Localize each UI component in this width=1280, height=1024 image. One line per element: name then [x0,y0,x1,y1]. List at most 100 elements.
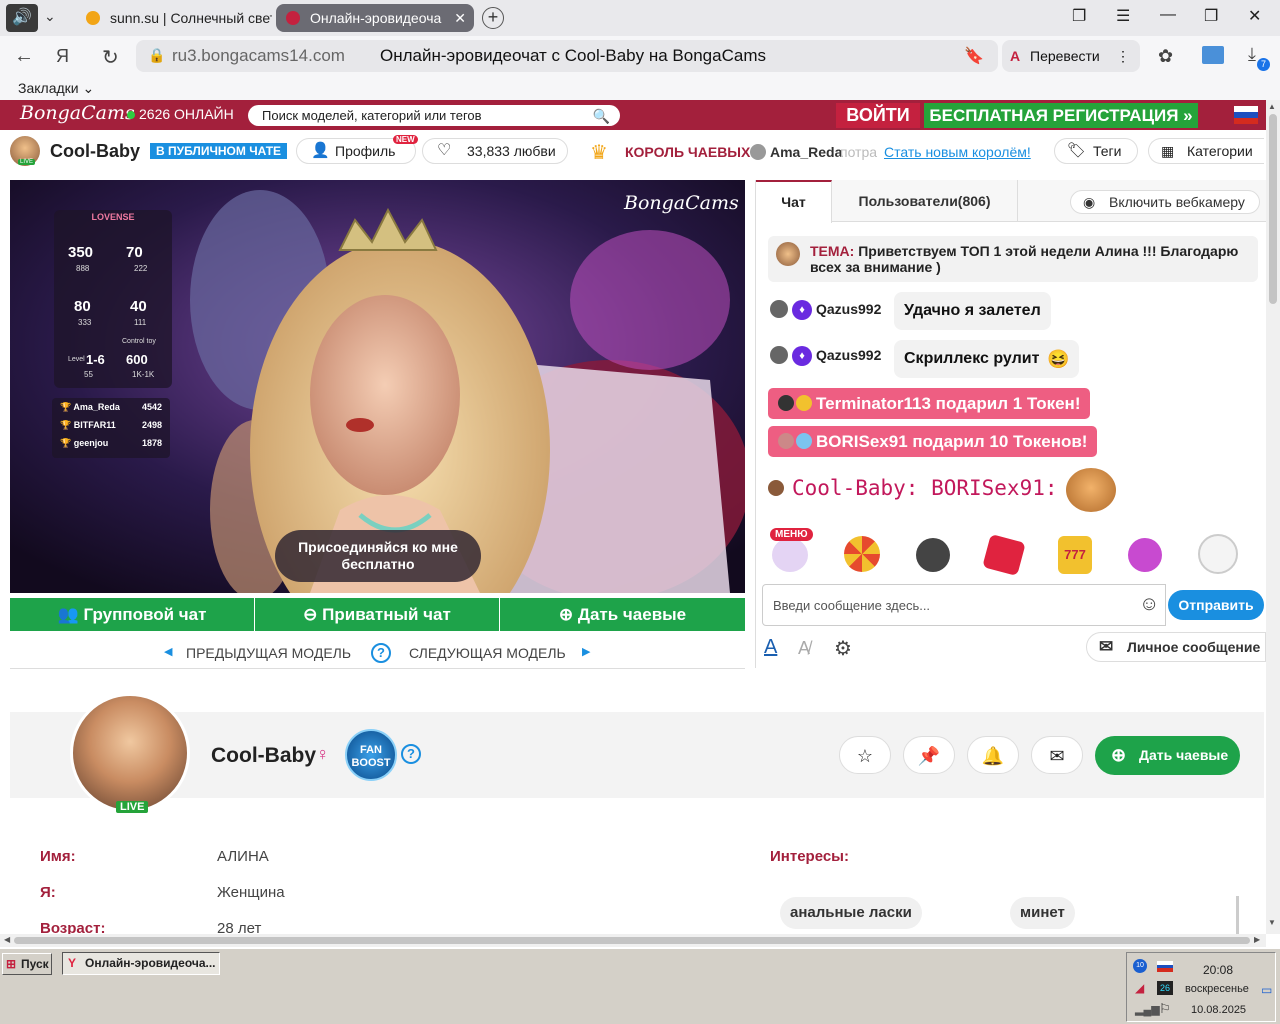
signal-tray-icon[interactable]: ▂▄▆ [1135,1003,1160,1016]
network-tray-icon[interactable]: ▭ [1261,983,1272,997]
menu-icon[interactable]: ☰ [1116,6,1130,26]
prev-arrow-icon[interactable]: ◀ [164,645,172,658]
bookmark-icon[interactable]: 🔖 [964,46,984,66]
scroll-right-icon[interactable]: ▶ [1254,935,1260,944]
model-avatar[interactable] [70,693,190,813]
fanboost-badge[interactable]: FAN BOOST [345,729,397,781]
clock-time[interactable]: 20:08 [1203,963,1233,977]
language-flag-icon[interactable] [1157,961,1173,972]
video-player[interactable]: BongaCams LOVENSE 350 888 70 222 80 333 … [10,180,745,593]
tab-list-chevron-icon[interactable]: ⌄ [44,8,56,25]
user-avatar[interactable] [770,300,788,318]
translate-chat-icon[interactable]: A̸ [798,638,810,659]
register-button[interactable]: БЕСПЛАТНАЯ РЕГИСТРАЦИЯ » [924,103,1198,128]
private-message-button[interactable]: ✉ Личное сообщение [1086,632,1266,662]
menu-badge[interactable]: МЕНЮ [770,528,813,541]
back-icon[interactable]: ← [14,45,34,68]
tab-users[interactable]: Пользователи(806) [832,180,1018,222]
tab-chat[interactable]: Чат [756,180,832,223]
yandex-icon[interactable]: Я [56,46,69,67]
close-tab-icon[interactable]: ✕ [454,4,466,32]
join-free-button[interactable]: Присоединяйся ко мне бесплатно [275,530,481,582]
arrow-tray-icon[interactable]: ◢ [1135,981,1144,995]
wheel-of-fortune-icon[interactable] [844,536,880,572]
horizontal-scrollbar[interactable]: ◀ ▶ [0,934,1266,947]
bookmarks-menu[interactable]: Закладки ⌄ [18,80,94,96]
font-style-icon[interactable]: A [764,636,777,659]
private-chat-button[interactable]: ⊖ Приватный чат [255,598,499,631]
envelope-icon: ✉ [1049,746,1065,766]
tray-badge[interactable]: 10 [1133,959,1147,973]
king-name[interactable]: Ama_Reda [770,144,842,160]
enable-webcam-button[interactable]: ◉ Включить вебкамеру [1070,190,1260,214]
login-button[interactable]: ВОЙТИ [836,103,920,128]
user-avatar[interactable] [770,346,788,364]
speaker-icon[interactable]: 🔊 [6,4,38,32]
settings-icon[interactable]: ⚙ [834,636,852,661]
slot-machine-icon[interactable]: 777 [1058,536,1092,574]
tip-button[interactable]: ⊕ Дать чаевые [500,598,745,631]
inner-scrollbar[interactable] [1236,896,1239,934]
send-button[interactable]: Отправить [1168,590,1264,620]
dice-icon[interactable] [982,533,1026,577]
close-window-icon[interactable]: ✕ [1248,6,1261,26]
become-king-link[interactable]: Стать новым королём! [884,144,1031,160]
emoji-icon[interactable]: ☺ [1139,593,1159,616]
chat-username[interactable]: Qazus992 [816,347,881,363]
tab-bongacams[interactable]: Онлайн-эровидеоча ✕ [276,4,474,32]
taskbar-browser-item[interactable]: Y Онлайн-эровидеоча... [62,952,220,975]
horizontal-scroll-thumb[interactable] [14,937,1250,944]
maximize-icon[interactable]: ❐ [1204,6,1218,26]
next-arrow-icon[interactable]: ▶ [582,645,590,658]
chat-input[interactable]: Введи сообщение здесь... ☺ [762,584,1166,626]
image-extension-icon[interactable] [1202,46,1224,64]
scroll-down-icon[interactable]: ▼ [1268,918,1276,927]
url-field[interactable]: 🔒 ru3.bongacams14.com Онлайн-эровидеочат… [136,40,998,72]
group-chat-button[interactable]: 👥 Групповой чат [10,598,254,631]
prev-model-link[interactable]: ПРЕДЫДУЩАЯ МОДЕЛЬ [186,645,351,661]
more-icon[interactable]: ⋮ [1116,40,1130,72]
tags-button[interactable]: 🏷 Теги [1054,138,1138,164]
interest-tag[interactable]: анальные ласки [780,897,922,929]
fanboost-help-icon[interactable]: ? [401,744,421,764]
message-button[interactable]: ✉ [1031,736,1083,774]
lovense-title: LOVENSE [91,212,135,222]
next-model-link[interactable]: СЛЕДУЮЩАЯ МОДЕЛЬ [409,645,566,661]
notify-button[interactable]: 🔔 [967,736,1019,774]
tab-sunn[interactable]: sunn.su | Солнечный свет [76,4,272,32]
taskbar: ⊞ Пуск Y Онлайн-эровидеоча... 10 20:08 ◢… [0,948,1280,1024]
lottery-icon[interactable] [1128,538,1162,572]
pin-button[interactable]: 📌 [903,736,955,774]
vertical-scrollbar[interactable]: ▲ ▼ [1266,100,1280,934]
chat-message: Скриллекс рулит 😆 [894,340,1080,378]
monitor-tray-icon[interactable]: 26 [1157,981,1173,995]
scroll-left-icon[interactable]: ◀ [4,935,10,944]
profile-tip-button[interactable]: ⊕ Дать чаевые [1095,736,1240,775]
start-button[interactable]: ⊞ Пуск [2,953,52,975]
spiral-icon[interactable] [1198,534,1238,574]
love-button[interactable]: ♡ 33,833 любви [422,138,568,164]
help-icon[interactable]: ? [371,643,391,663]
translate-button[interactable]: A Перевести ⋮ [1002,40,1140,72]
search-icon[interactable]: 🔍 [593,106,610,127]
search-input[interactable]: Поиск моделей, категорий или тегов 🔍 [248,105,620,126]
site-info-icon[interactable]: 🔒 [148,47,165,64]
categories-button[interactable]: ▦ Категории [1148,138,1264,164]
music-icon[interactable] [916,538,950,572]
favorite-button[interactable]: ☆ [839,736,891,774]
flag-tray-icon[interactable]: ⚐ [1159,1001,1171,1017]
bongacams-logo[interactable]: BongaCams [20,102,135,124]
minimize-icon[interactable]: — [1160,6,1176,24]
interest-tag[interactable]: минет [1010,897,1075,929]
crown-icon: ♛ [590,142,608,164]
new-tab-button[interactable]: + [482,7,504,29]
scroll-up-icon[interactable]: ▲ [1268,102,1276,111]
download-icon[interactable]: ⤓ [1248,44,1256,65]
chat-username[interactable]: Qazus992 [816,301,881,317]
vertical-scroll-thumb[interactable] [1269,114,1277,304]
russia-flag-icon[interactable] [1234,106,1258,124]
extensions-icon[interactable]: ✿ [1158,46,1173,67]
reload-icon[interactable]: ↻ [102,45,119,70]
collections-icon[interactable]: ❐ [1072,6,1086,26]
tip-menu-icon[interactable] [772,538,808,572]
